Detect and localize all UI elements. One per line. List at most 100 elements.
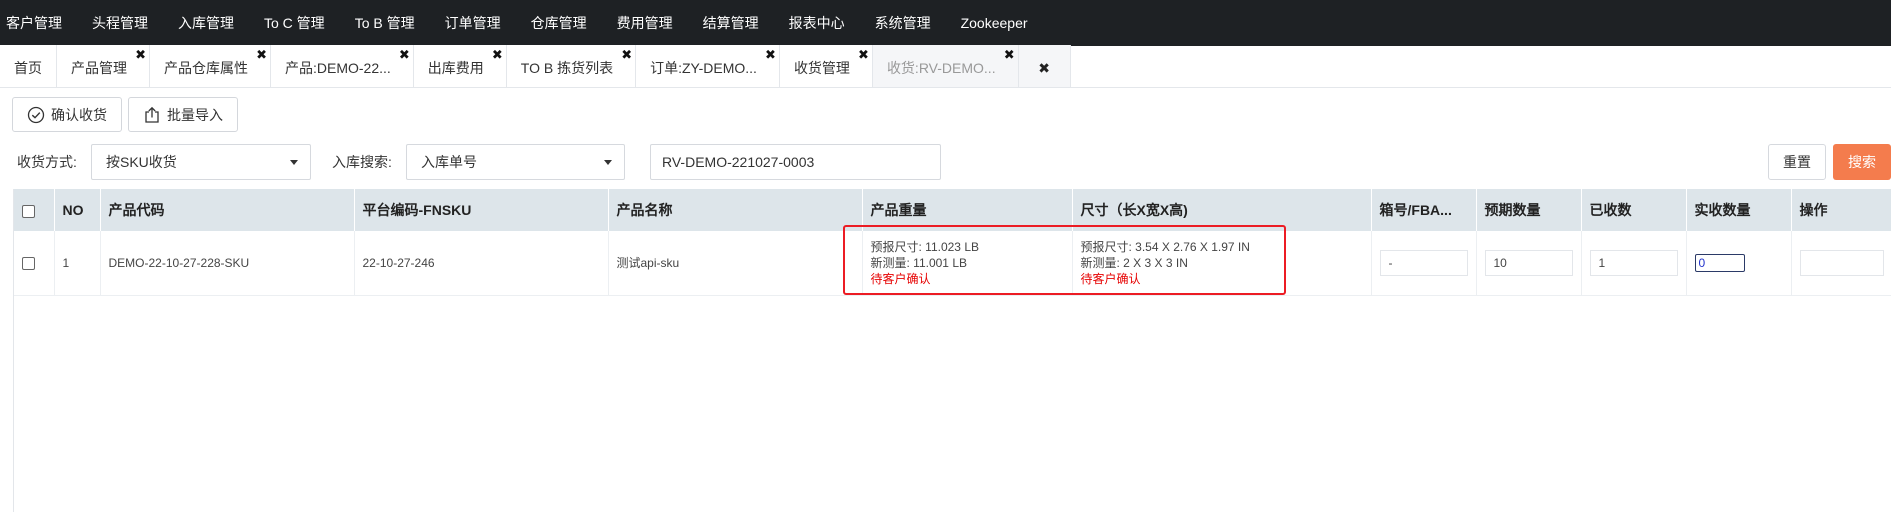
size-measured: 新测量: 2 X 3 X 3 IN xyxy=(1080,255,1188,270)
tab-order-zy-demo[interactable]: 订单:ZY-DEMO... ✖ xyxy=(636,45,780,87)
weight-measured: 新测量: 11.001 LB xyxy=(870,255,968,270)
tab-label: 首页 xyxy=(14,60,42,76)
size-reported: 预报尺寸: 3.54 X 2.76 X 1.97 IN xyxy=(1080,239,1250,254)
tab-outbound-fees[interactable]: 出库费用 ✖ xyxy=(413,45,507,87)
close-icon[interactable]: ✖ xyxy=(765,48,776,62)
tab-product-warehouse-attrs[interactable]: 产品仓库属性 ✖ xyxy=(150,45,271,87)
table-row: 1 DEMO-22-10-27-228-SKU 22-10-27-246 测试a… xyxy=(14,231,1891,295)
tab-label: TO B 拣货列表 xyxy=(520,60,614,76)
col-header-actual-qty: 实收数量 xyxy=(1686,189,1792,231)
nav-item-fees[interactable]: 费用管理 xyxy=(602,0,688,46)
weight-status: 待客户确认 xyxy=(870,271,931,286)
nav-item-warehouse[interactable]: 仓库管理 xyxy=(516,0,602,46)
inbound-search-field-value: 入库单号 xyxy=(421,154,477,170)
tab-label: 出库费用 xyxy=(427,60,484,76)
row-checkbox[interactable] xyxy=(22,256,35,270)
top-nav: 客户管理 头程管理 入库管理 To C 管理 To B 管理 订单管理 仓库管理… xyxy=(0,0,1891,46)
toolbar: 确认收货 批量导入 xyxy=(12,97,238,132)
col-header-fnsku: 平台编码-FNSKU xyxy=(354,189,609,231)
nav-item-reports[interactable]: 报表中心 xyxy=(774,0,860,46)
tab-label: 收货:RV-DEMO... xyxy=(886,60,996,76)
col-header-no: NO xyxy=(54,189,101,231)
received-qty-field: 1 xyxy=(1589,249,1678,276)
tab-bar: 首页 产品管理 ✖ 产品仓库属性 ✖ 产品:DEMO-22... ✖ 出库费用 ✖ TO… xyxy=(0,45,1891,88)
actions-field xyxy=(1799,249,1884,276)
tab-label: 产品:DEMO-22... xyxy=(285,60,391,76)
actual-qty-input[interactable] xyxy=(1694,253,1745,272)
row-select-cell xyxy=(14,231,55,295)
close-icon[interactable]: ✖ xyxy=(135,48,146,62)
nav-item-settlement[interactable]: 结算管理 xyxy=(688,0,774,46)
tab-product-management[interactable]: 产品管理 ✖ xyxy=(57,45,150,87)
nav-item-inbound[interactable]: 入库管理 xyxy=(163,0,249,46)
close-icon[interactable]: ✖ xyxy=(1004,48,1015,62)
upload-icon xyxy=(145,106,159,123)
col-header-box-fba: 箱号/FBA... xyxy=(1371,189,1477,231)
cell-actions xyxy=(1791,231,1891,295)
tab-label: 产品管理 xyxy=(71,60,127,76)
check-circle-icon xyxy=(27,106,45,123)
cell-no: 1 xyxy=(54,231,101,295)
search-button[interactable]: 搜索 xyxy=(1833,144,1891,180)
nav-item-first-leg[interactable]: 头程管理 xyxy=(77,0,163,46)
nav-item-zookeeper[interactable]: Zookeeper xyxy=(946,0,1043,46)
reset-button[interactable]: 重置 xyxy=(1768,144,1826,180)
search-form: 收货方式: 按SKU收货 入库搜索: 入库单号 重置 搜索 xyxy=(0,144,1891,180)
search-input[interactable] xyxy=(650,144,941,180)
cell-weight: 预报尺寸: 11.023 LB 新测量: 11.001 LB 待客户确认 xyxy=(862,231,1073,295)
receiving-table: NO 产品代码 平台编码-FNSKU 产品名称 产品重量 尺寸（长X宽X高) 箱… xyxy=(13,189,1891,512)
nav-item-customer[interactable]: 客户管理 xyxy=(0,0,77,46)
tab-label: 订单:ZY-DEMO... xyxy=(650,60,757,76)
nav-item-to-b[interactable]: To B 管理 xyxy=(340,0,430,46)
col-header-received-qty: 已收数 xyxy=(1581,189,1687,231)
close-all-tabs-button[interactable]: ✖ xyxy=(1018,45,1071,87)
col-header-weight: 产品重量 xyxy=(862,189,1073,231)
col-header-actions: 操作 xyxy=(1791,189,1891,231)
col-header-product-name: 产品名称 xyxy=(608,189,863,231)
close-icon[interactable]: ✖ xyxy=(621,48,632,62)
cell-box-fba: - xyxy=(1371,231,1477,295)
col-header-dimensions: 尺寸（长X宽X高) xyxy=(1072,189,1372,231)
tab-label: 收货管理 xyxy=(793,60,850,76)
tab-to-b-picking[interactable]: TO B 拣货列表 ✖ xyxy=(506,45,637,87)
nav-item-orders[interactable]: 订单管理 xyxy=(430,0,516,46)
close-icon[interactable]: ✖ xyxy=(858,48,869,62)
close-icon[interactable]: ✖ xyxy=(399,48,410,62)
col-header-product-code: 产品代码 xyxy=(100,189,355,231)
nav-item-to-c[interactable]: To C 管理 xyxy=(249,0,340,46)
receiving-mode-label: 收货方式: xyxy=(17,154,77,170)
tab-receiving-rv-demo[interactable]: 收货:RV-DEMO... ✖ xyxy=(872,45,1019,87)
tab-receiving-management[interactable]: 收货管理 ✖ xyxy=(779,45,873,87)
chevron-down-icon xyxy=(290,160,298,165)
nav-item-system[interactable]: 系统管理 xyxy=(860,0,946,46)
inbound-search-label: 入库搜索: xyxy=(332,154,392,170)
receiving-mode-value: 按SKU收货 xyxy=(106,154,177,170)
tab-label: 产品仓库属性 xyxy=(164,60,248,76)
cell-expected-qty: 10 xyxy=(1476,231,1582,295)
close-icon[interactable]: ✖ xyxy=(256,48,267,62)
box-fba-field[interactable]: - xyxy=(1379,249,1468,276)
col-header-expected-qty: 预期数量 xyxy=(1476,189,1582,231)
weight-reported: 预报尺寸: 11.023 LB xyxy=(870,239,980,254)
tab-home[interactable]: 首页 xyxy=(0,45,57,87)
batch-import-label: 批量导入 xyxy=(167,106,223,123)
expected-qty-field: 10 xyxy=(1484,249,1573,276)
cell-received-qty: 1 xyxy=(1581,231,1687,295)
cell-actual-qty xyxy=(1686,231,1792,295)
receiving-mode-select[interactable]: 按SKU收货 xyxy=(91,144,311,180)
batch-import-button[interactable]: 批量导入 xyxy=(128,97,238,132)
close-icon[interactable]: ✖ xyxy=(492,48,503,62)
cell-fnsku: 22-10-27-246 xyxy=(354,231,609,295)
inbound-search-field-select[interactable]: 入库单号 xyxy=(406,144,625,180)
select-all-checkbox[interactable] xyxy=(22,204,35,218)
size-status: 待客户确认 xyxy=(1080,271,1141,286)
confirm-receipt-label: 确认收货 xyxy=(51,106,107,123)
table-header-row: NO 产品代码 平台编码-FNSKU 产品名称 产品重量 尺寸（长X宽X高) 箱… xyxy=(14,189,1891,231)
select-all-cell xyxy=(14,189,55,231)
confirm-receipt-button[interactable]: 确认收货 xyxy=(12,97,122,132)
cell-product-name: 测试api-sku xyxy=(608,231,863,295)
tab-product-demo[interactable]: 产品:DEMO-22... ✖ xyxy=(271,45,414,87)
cell-dimensions: 预报尺寸: 3.54 X 2.76 X 1.97 IN 新测量: 2 X 3 X… xyxy=(1072,231,1372,295)
chevron-down-icon xyxy=(604,160,612,165)
cell-product-code: DEMO-22-10-27-228-SKU xyxy=(100,231,355,295)
